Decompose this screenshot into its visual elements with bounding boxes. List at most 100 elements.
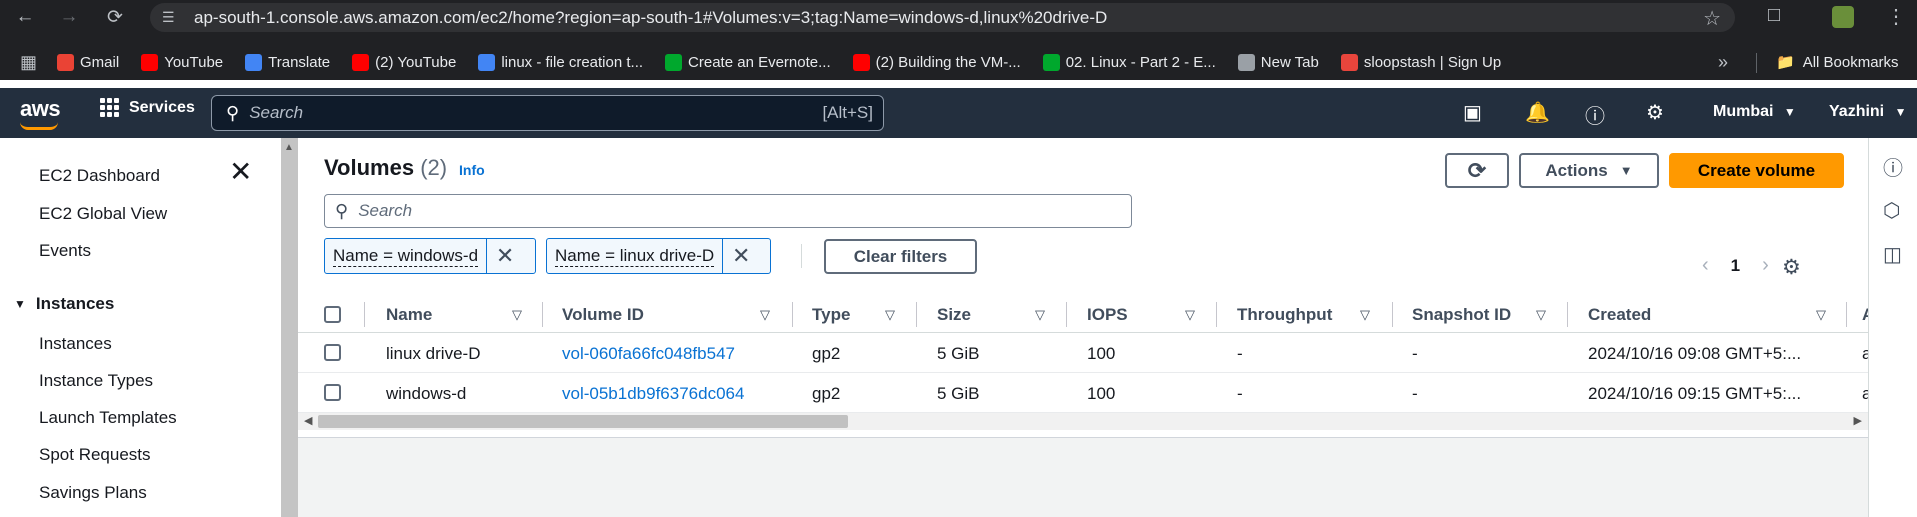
- table-preferences-icon[interactable]: ⚙: [1782, 255, 1801, 280]
- bookmark-item[interactable]: Gmail: [57, 54, 119, 71]
- nav-ec2-dashboard[interactable]: EC2 Dashboard: [39, 166, 160, 186]
- help-icon[interactable]: ⓘ: [1585, 100, 1605, 129]
- cloudshell-icon[interactable]: ▣: [1463, 100, 1482, 125]
- prev-page-icon[interactable]: ‹: [1702, 254, 1709, 277]
- sort-icon[interactable]: ▽: [1185, 307, 1195, 323]
- scroll-left-icon[interactable]: ◀: [304, 414, 312, 427]
- filter-search-box[interactable]: ⚲: [324, 194, 1132, 228]
- region-selector[interactable]: Mumbai ▼: [1713, 103, 1796, 121]
- sort-icon[interactable]: ▽: [885, 307, 895, 323]
- bookmark-star-icon[interactable]: ☆: [1703, 6, 1721, 31]
- cell-type: gp2: [812, 384, 841, 403]
- next-page-icon[interactable]: ›: [1762, 254, 1769, 277]
- address-bar[interactable]: ☰ ap-south-1.console.aws.amazon.com/ec2/…: [150, 3, 1735, 32]
- reload-icon[interactable]: ⟳: [98, 0, 132, 34]
- bookmark-item[interactable]: linux - file creation t...: [478, 54, 643, 71]
- column-divider[interactable]: [1846, 302, 1847, 327]
- column-divider[interactable]: [1066, 302, 1067, 327]
- sort-icon[interactable]: ▽: [1816, 307, 1826, 323]
- row-checkbox[interactable]: [324, 384, 341, 401]
- column-size[interactable]: Size: [937, 305, 971, 325]
- bookmark-item[interactable]: Translate: [245, 54, 330, 71]
- column-type[interactable]: Type: [812, 305, 850, 325]
- services-menu-button[interactable]: Services: [100, 98, 195, 117]
- column-volume-id[interactable]: Volume ID: [562, 305, 644, 325]
- filter-search-input[interactable]: [358, 201, 1059, 221]
- nav-events[interactable]: Events: [39, 241, 91, 261]
- table-row[interactable]: windows-d vol-05b1db9f6376dc064 gp2 5 Gi…: [298, 374, 1871, 413]
- aws-logo[interactable]: aws: [20, 96, 61, 130]
- cell-volume-id[interactable]: vol-05b1db9f6376dc064: [562, 384, 744, 404]
- all-bookmarks[interactable]: 📁 All Bookmarks: [1776, 53, 1899, 72]
- nav-savings-plans[interactable]: Savings Plans: [39, 483, 147, 503]
- bookmark-item[interactable]: sloopstash | Sign Up: [1340, 54, 1501, 71]
- column-divider[interactable]: [916, 302, 917, 327]
- aws-search-bar[interactable]: ⚲ [Alt+S]: [211, 95, 884, 131]
- nav-instance-types[interactable]: Instance Types: [39, 371, 153, 391]
- sidenav-scrollbar[interactable]: ▲: [281, 138, 298, 517]
- create-volume-button[interactable]: Create volume: [1669, 153, 1844, 188]
- column-divider[interactable]: [792, 302, 793, 327]
- table-horizontal-scrollbar[interactable]: ◀ ▶: [298, 413, 1868, 430]
- sort-icon[interactable]: ▽: [1536, 307, 1546, 323]
- column-throughput[interactable]: Throughput: [1237, 305, 1332, 325]
- settings-icon[interactable]: ⚙: [1646, 100, 1664, 125]
- nav-spot-requests[interactable]: Spot Requests: [39, 445, 151, 465]
- sort-icon[interactable]: ▽: [512, 307, 522, 323]
- nav-instances[interactable]: Instances: [39, 334, 112, 354]
- bookmark-label: linux - file creation t...: [501, 54, 644, 71]
- bookmark-item[interactable]: (2) YouTube: [352, 54, 456, 71]
- remove-filter-icon[interactable]: ✕: [487, 243, 523, 269]
- column-created[interactable]: Created: [1588, 305, 1651, 325]
- more-bookmarks-icon[interactable]: »: [1718, 52, 1728, 73]
- refresh-icon: ⟳: [1467, 157, 1487, 183]
- nav-launch-templates[interactable]: Launch Templates: [39, 408, 177, 428]
- feedback-icon[interactable]: ◫: [1883, 242, 1902, 267]
- sort-icon[interactable]: ▽: [760, 307, 770, 323]
- row-checkbox[interactable]: [324, 344, 341, 361]
- scroll-up-icon[interactable]: ▲: [284, 142, 294, 153]
- bookmark-item[interactable]: 02. Linux - Part 2 - E...: [1042, 54, 1216, 71]
- bookmark-item[interactable]: (2) Building the VM-...: [852, 54, 1021, 71]
- column-snapshot-id[interactable]: Snapshot ID: [1412, 305, 1511, 325]
- evernote-icon: [1042, 54, 1060, 71]
- nav-section-instances[interactable]: ▼ Instances: [14, 294, 114, 314]
- table-row[interactable]: linux drive-D vol-060fa66fc048fb547 gp2 …: [298, 334, 1871, 373]
- browser-menu-icon[interactable]: ⋮: [1886, 4, 1906, 29]
- account-menu[interactable]: Yazhini ▼: [1829, 103, 1906, 121]
- sort-icon[interactable]: ▽: [1360, 307, 1370, 323]
- nav-ec2-global-view[interactable]: EC2 Global View: [39, 204, 167, 224]
- sort-icon[interactable]: ▽: [1035, 307, 1045, 323]
- scroll-thumb[interactable]: [318, 415, 848, 428]
- apps-grid-icon[interactable]: ▦: [20, 52, 37, 73]
- bookmark-item[interactable]: New Tab: [1237, 54, 1319, 71]
- column-name[interactable]: Name: [386, 305, 432, 325]
- scroll-right-icon[interactable]: ▶: [1854, 414, 1862, 427]
- extensions-icon[interactable]: □: [1768, 4, 1780, 27]
- column-divider[interactable]: [1567, 302, 1568, 327]
- info-link[interactable]: Info: [459, 162, 485, 178]
- notifications-icon[interactable]: 🔔: [1525, 100, 1550, 125]
- column-divider[interactable]: [1392, 302, 1393, 327]
- refresh-button[interactable]: ⟳: [1445, 153, 1509, 188]
- profile-avatar[interactable]: [1832, 6, 1854, 28]
- close-icon[interactable]: ✕: [229, 158, 252, 186]
- remove-filter-icon[interactable]: ✕: [723, 243, 759, 269]
- clear-filters-button[interactable]: Clear filters: [824, 239, 977, 274]
- hexagon-icon[interactable]: ⬡: [1883, 198, 1900, 223]
- select-all-checkbox[interactable]: [324, 306, 341, 323]
- info-panel-icon[interactable]: ⓘ: [1883, 152, 1903, 181]
- actions-button[interactable]: Actions ▼: [1519, 153, 1659, 188]
- column-divider[interactable]: [1216, 302, 1217, 327]
- column-divider[interactable]: [542, 302, 543, 327]
- aws-search-input[interactable]: [249, 103, 770, 123]
- back-icon[interactable]: ←: [8, 0, 42, 34]
- bookmark-item[interactable]: YouTube: [141, 54, 223, 71]
- current-page[interactable]: 1: [1731, 256, 1740, 276]
- bookmarks-divider: [1756, 53, 1757, 73]
- column-iops[interactable]: IOPS: [1087, 305, 1128, 325]
- cell-volume-id[interactable]: vol-060fa66fc048fb547: [562, 344, 735, 364]
- site-settings-icon[interactable]: ☰: [162, 9, 184, 26]
- bookmark-item[interactable]: Create an Evernote...: [665, 54, 831, 71]
- forward-icon[interactable]: →: [52, 0, 86, 34]
